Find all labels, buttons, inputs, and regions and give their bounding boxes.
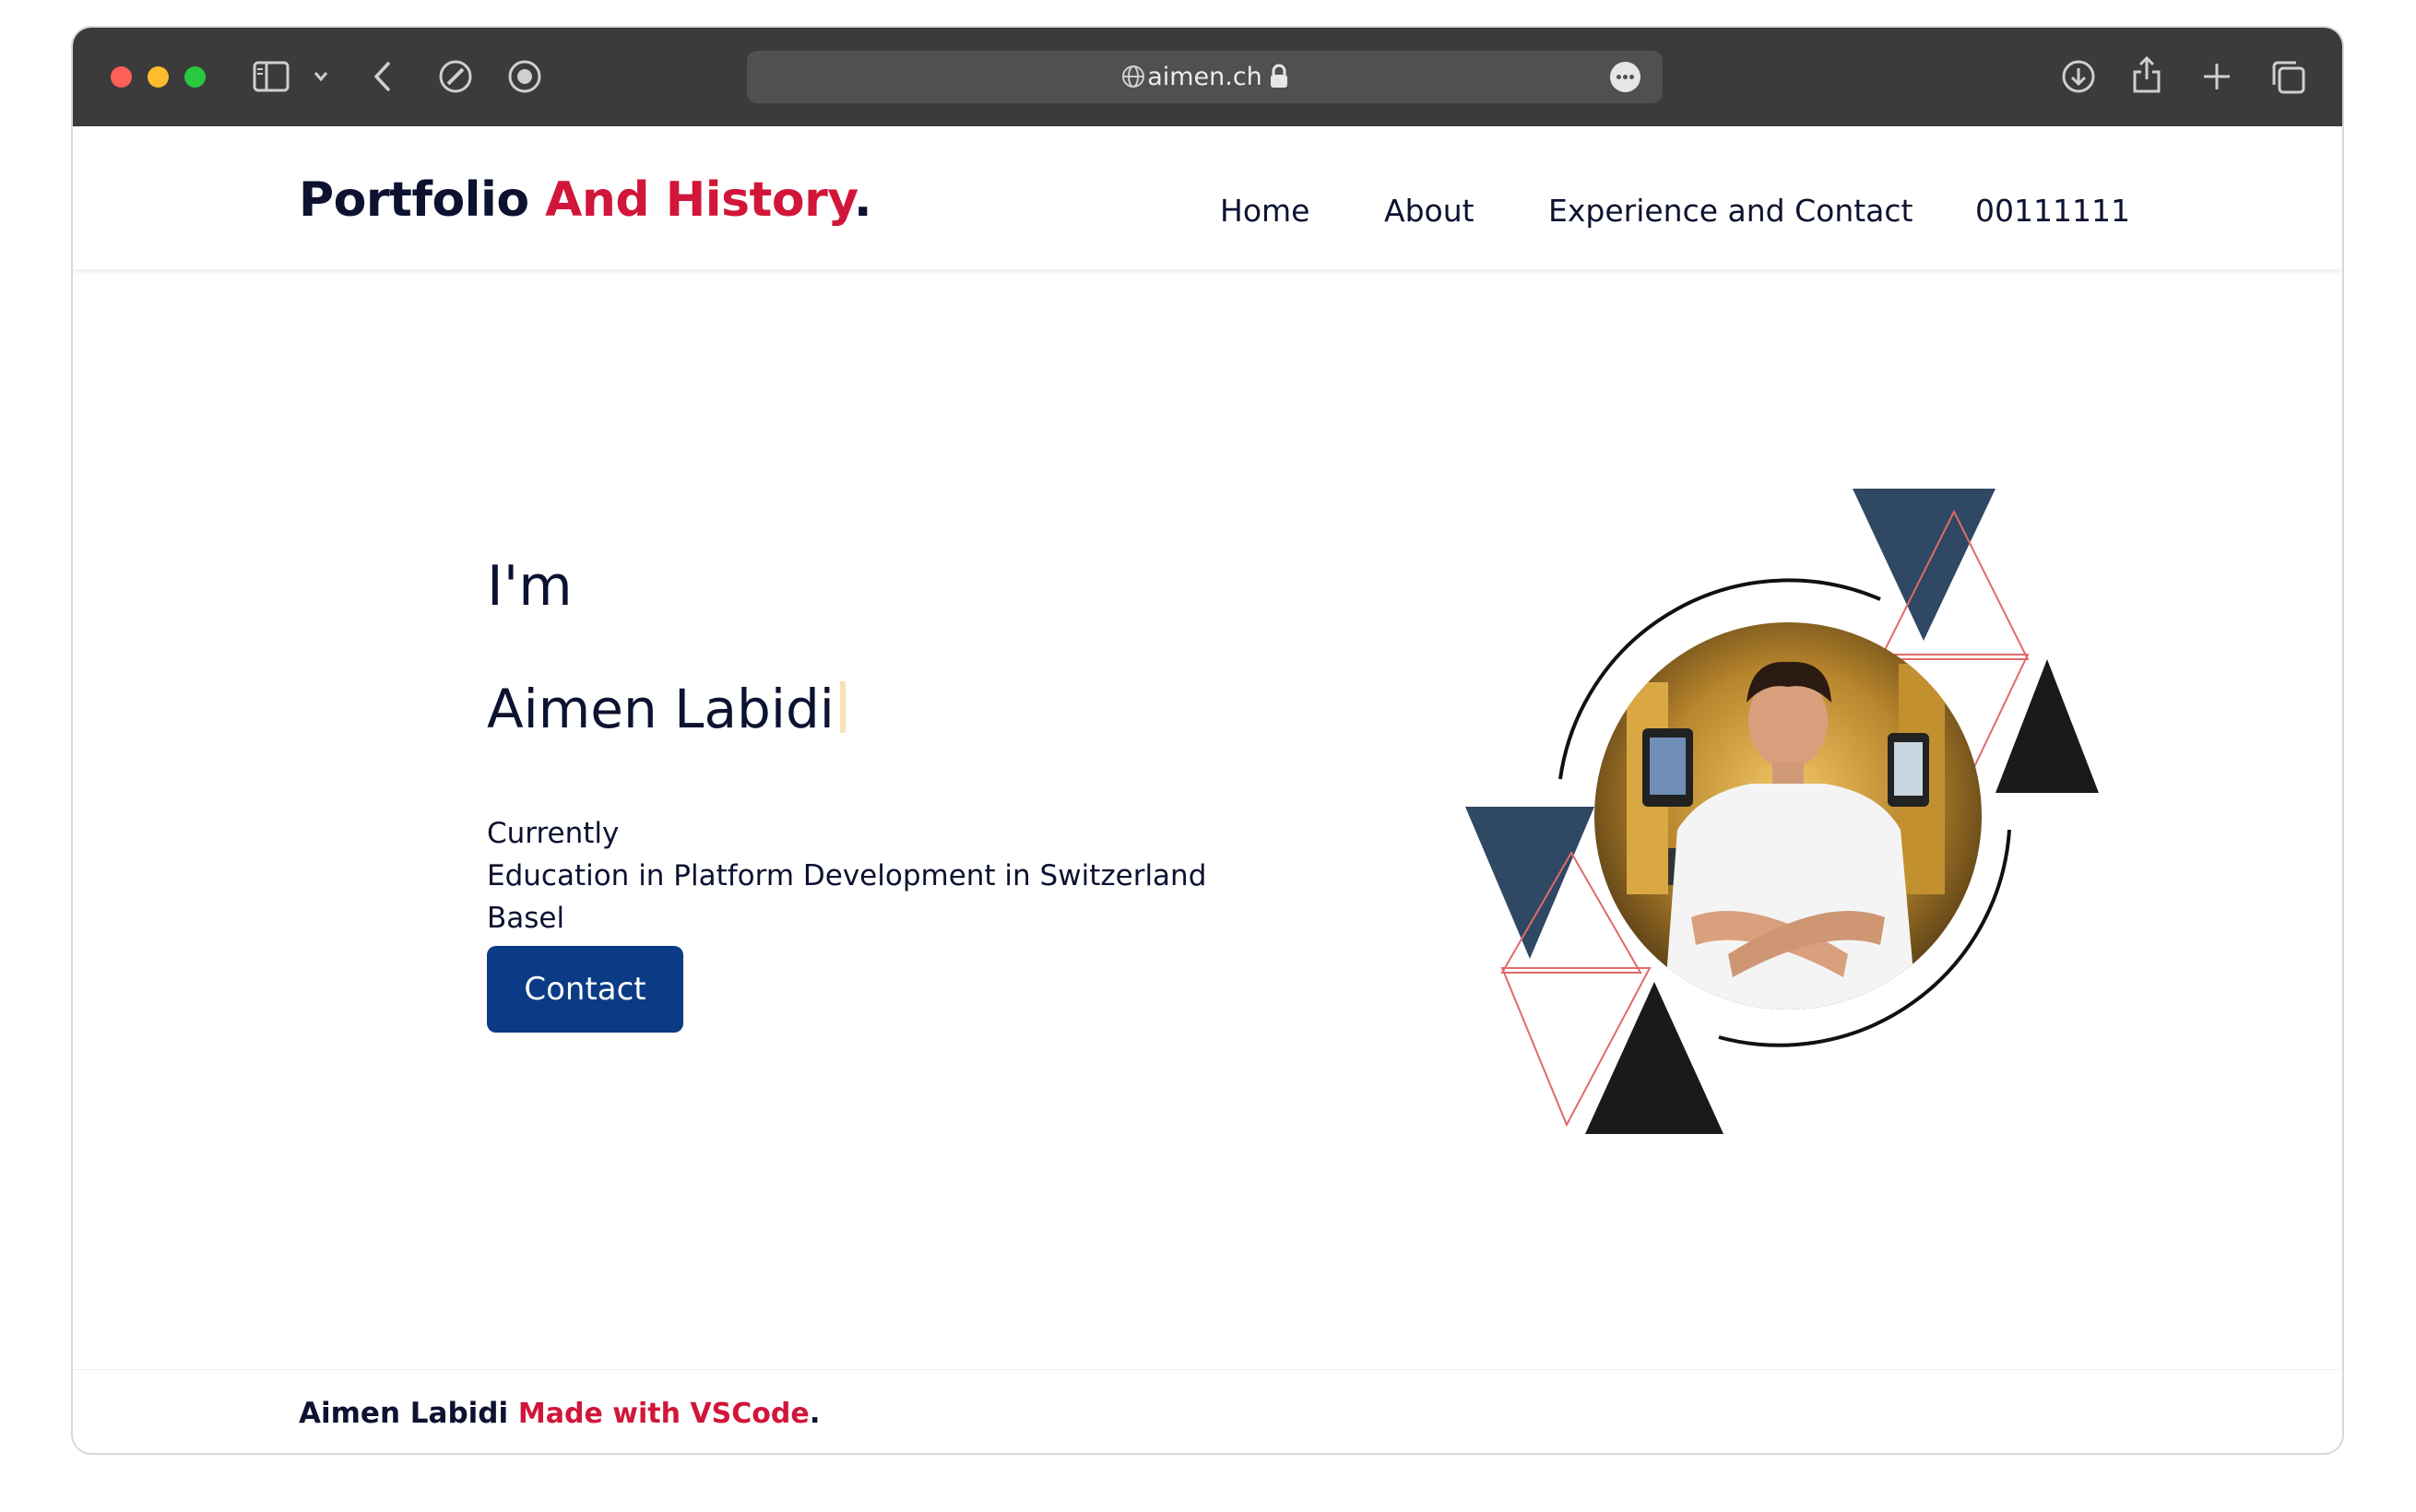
hero-location: Basel <box>487 902 565 935</box>
footer-author: Aimen Labidi <box>299 1397 509 1430</box>
nav-binary-link[interactable]: 00111111 <box>1975 193 2130 229</box>
footer-dot: . <box>809 1397 821 1430</box>
site-header: Portfolio And History. Home About Experi… <box>73 126 2342 269</box>
logo-dot: . <box>853 172 872 228</box>
more-icon[interactable] <box>1610 62 1640 92</box>
hero-intro: I'm <box>487 554 573 619</box>
minimize-window-button[interactable] <box>148 66 169 88</box>
navy-triangle-top <box>1853 489 1996 641</box>
nav-about[interactable]: About <box>1384 193 1474 229</box>
hero-name-wrapper: Aimen Labidi <box>487 678 846 740</box>
browser-toolbar: aimen.ch <box>73 28 2342 127</box>
address-bar[interactable]: aimen.ch <box>747 51 1663 103</box>
plus-icon[interactable] <box>2201 61 2232 92</box>
hero-name: Aimen Labidi <box>487 678 835 740</box>
download-icon[interactable] <box>2061 59 2096 94</box>
browser-window: aimen.ch Portfolio And History. Home Abo… <box>71 26 2344 1455</box>
logo-main: Portfolio <box>299 172 529 228</box>
black-triangle-bottom <box>1585 982 1723 1134</box>
site-logo[interactable]: Portfolio And History. <box>299 172 872 228</box>
nav-home[interactable]: Home <box>1220 193 1309 229</box>
tabs-icon[interactable] <box>2270 59 2307 96</box>
profile-photo <box>1594 622 1982 1010</box>
hero-artwork <box>1465 489 2099 1134</box>
chevron-down-icon[interactable] <box>313 70 329 83</box>
play-circle-icon[interactable] <box>507 59 542 94</box>
navy-triangle-left <box>1465 807 1594 959</box>
hero-education: Education in Platform Development in Swi… <box>487 859 1207 892</box>
lock-icon <box>1271 64 1287 88</box>
close-window-button[interactable] <box>111 66 132 88</box>
hero-status: Currently <box>487 817 620 850</box>
url-text: aimen.ch <box>1147 63 1262 91</box>
share-icon[interactable] <box>2131 55 2162 94</box>
footer-made-with: Made with VSCode <box>517 1398 810 1430</box>
typing-cursor <box>839 681 846 733</box>
footer-divider <box>73 1369 2342 1370</box>
nav-experience-and-contact[interactable]: Experience and Contact <box>1548 193 1913 229</box>
contact-button[interactable]: Contact <box>487 946 683 1033</box>
back-icon[interactable] <box>372 60 392 93</box>
black-triangle-right <box>1996 659 2099 793</box>
zoom-window-button[interactable] <box>184 66 206 88</box>
logo-accent: And History <box>545 172 854 228</box>
site-footer: Aimen Labidi Made with VSCode. <box>299 1397 820 1430</box>
compass-icon[interactable] <box>438 59 473 94</box>
sidebar-icon[interactable] <box>253 61 290 92</box>
